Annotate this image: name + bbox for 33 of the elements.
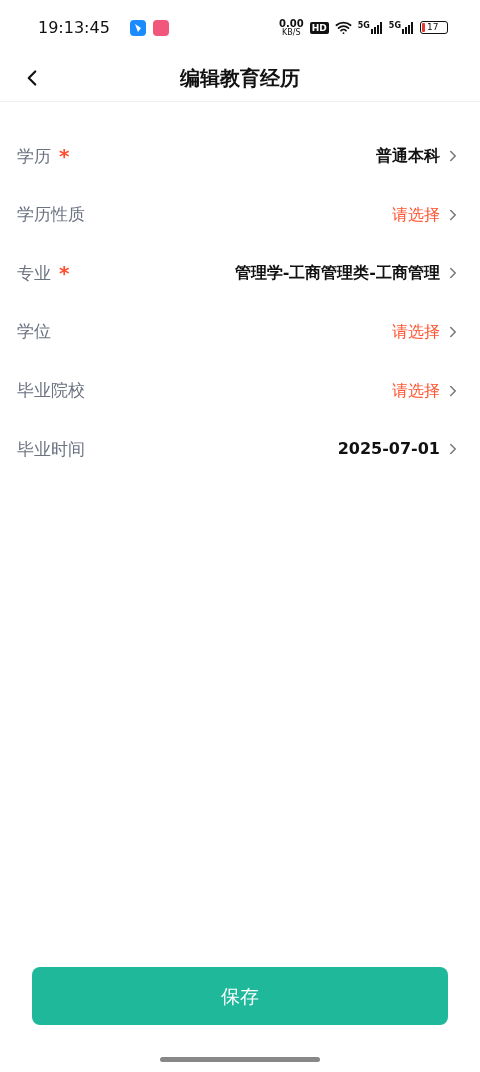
required-mark: * xyxy=(59,143,70,171)
signal-icon xyxy=(370,21,383,34)
field-label: 毕业院校 xyxy=(17,378,85,402)
wifi-icon xyxy=(334,19,352,36)
signal-icon xyxy=(402,21,414,34)
form-row[interactable]: 毕业院校 请选择 xyxy=(0,361,480,420)
network-label: 5G xyxy=(388,21,401,30)
required-mark: * xyxy=(59,260,70,288)
field-value: 管理学-工商管理类-工商管理 xyxy=(234,262,440,285)
field-placeholder: 请选择 xyxy=(392,203,440,226)
status-time: 19:13:45 xyxy=(38,16,110,39)
network-label: 5G xyxy=(357,21,370,30)
hd-badge: HD xyxy=(309,21,329,34)
form-row[interactable]: 专业 * 管理学-工商管理类-工商管理 xyxy=(0,244,480,303)
net-speed: 0.00 xyxy=(279,18,304,29)
field-placeholder: 请选择 xyxy=(392,379,440,402)
field-label: 学历性质 xyxy=(17,203,85,227)
app-icon xyxy=(152,19,169,36)
battery-level: 17 xyxy=(427,23,439,32)
field-value: 普通本科 xyxy=(376,145,440,168)
net-unit: KB/S xyxy=(282,28,301,37)
form-row[interactable]: 学历性质 请选择 xyxy=(0,185,480,245)
field-label: 学历 xyxy=(17,144,51,168)
field-label: 专业 xyxy=(17,261,51,285)
field-value: 2025-07-01 xyxy=(337,438,440,461)
form-row[interactable]: 学历 * 普通本科 xyxy=(0,127,480,186)
form-row[interactable]: 毕业时间 2025-07-01 xyxy=(0,419,480,479)
app-icon xyxy=(129,19,146,36)
field-placeholder: 请选择 xyxy=(392,321,440,344)
field-label: 毕业时间 xyxy=(17,437,85,461)
field-label: 学位 xyxy=(17,320,51,344)
page-title: 编辑教育经历 xyxy=(180,65,300,92)
form-row[interactable]: 学位 请选择 xyxy=(0,302,480,362)
